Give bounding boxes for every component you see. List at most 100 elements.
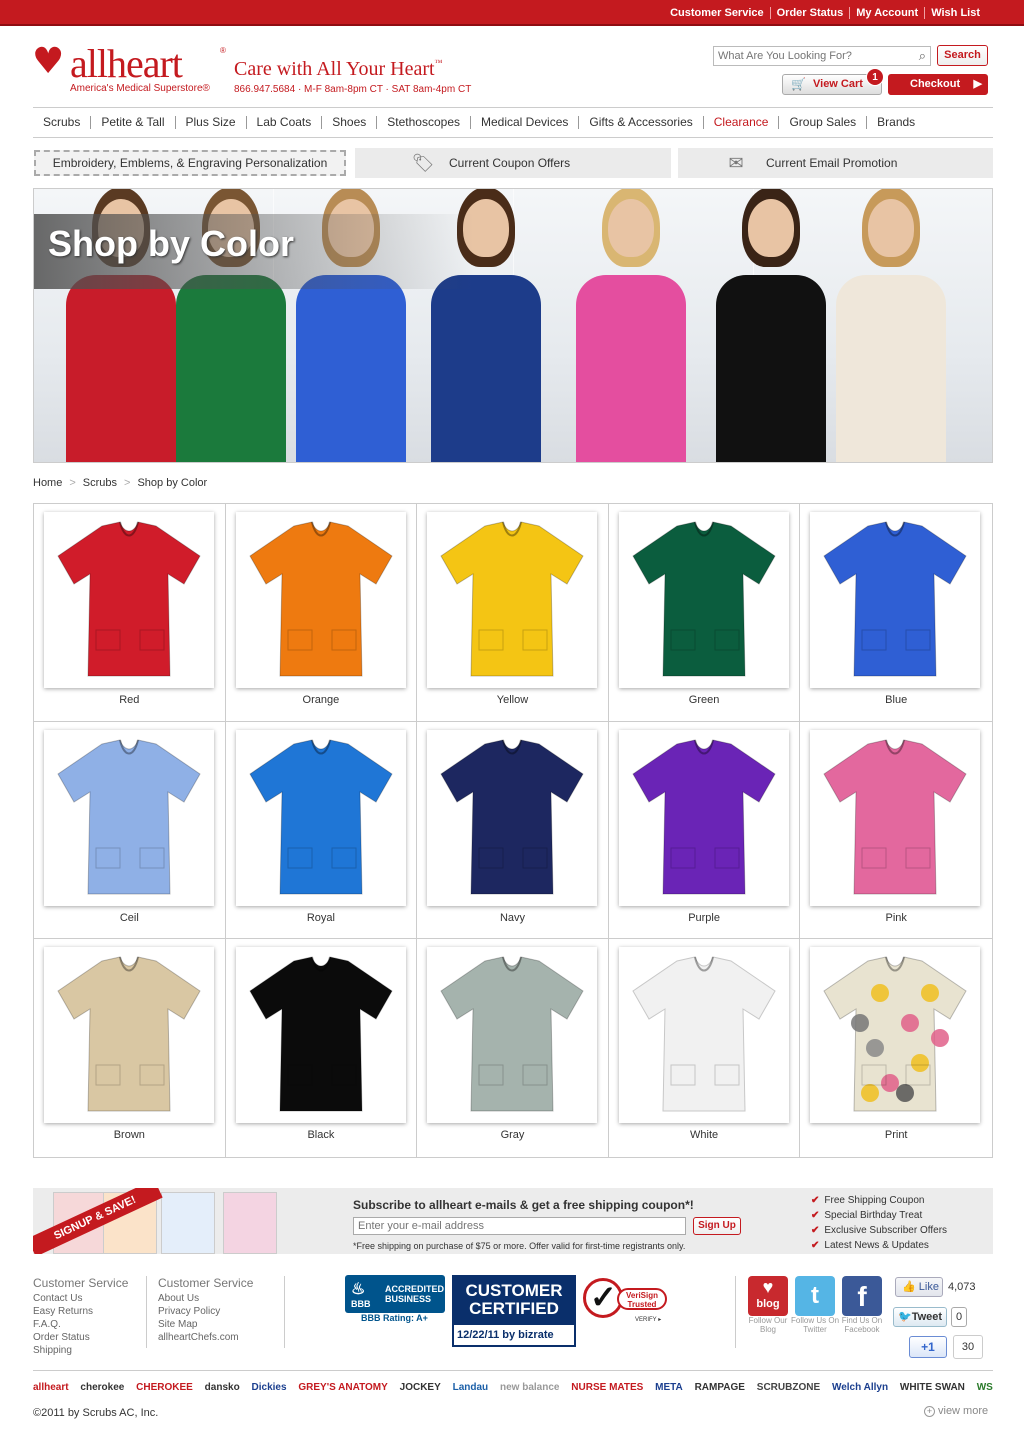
nav-clearance[interactable]: Clearance [702,116,779,129]
brand-logo[interactable]: GREY'S ANATOMY [298,1382,387,1393]
link-wish-list[interactable]: Wish List [924,7,986,19]
link-customer-service[interactable]: Customer Service [664,7,770,19]
nav-petite-tall[interactable]: Petite & Tall [90,116,174,129]
brand-logo[interactable]: CHEROKEE [136,1382,193,1393]
swatch-label[interactable]: Blue [800,694,992,706]
brand-logo[interactable]: Welch Allyn [832,1382,888,1393]
brand-logo[interactable]: dansko [205,1382,240,1393]
footer-link-privacy-policy[interactable]: Privacy Policy [158,1305,253,1318]
swatch-label[interactable]: Yellow [417,694,608,706]
search-icon[interactable]: ⌕ [919,48,926,64]
view-more-link[interactable]: + view more [924,1405,988,1417]
brand-logo[interactable]: RAMPAGE [695,1382,745,1393]
bbb-badge[interactable]: ♨ BBB ACCREDITED BUSINESS BBB Rating: A+ [345,1275,445,1325]
breadcrumb-scrubs[interactable]: Scrubs [83,477,117,489]
embroidery-promo[interactable]: Embroidery, Emblems, & Engraving Persona… [34,150,346,176]
brand-logo[interactable]: WHITE SWAN [900,1382,965,1393]
swatch-label[interactable]: Pink [800,912,992,924]
link-order-status[interactable]: Order Status [769,7,850,19]
brand-logo[interactable]: JOCKEY [400,1382,441,1393]
footer-link-about-us[interactable]: About Us [158,1292,253,1305]
color-swatch-ceil[interactable]: Ceil [34,721,226,940]
color-swatch-orange[interactable]: Orange [225,504,418,722]
brand-logo[interactable]: cherokee [80,1382,124,1393]
color-swatch-purple[interactable]: Purple [608,721,801,940]
nav-medical-devices[interactable]: Medical Devices [470,116,578,129]
footer-link-shipping[interactable]: Shipping [33,1344,128,1357]
facebook-icon[interactable]: f [842,1276,882,1316]
footer-link-site-map[interactable]: Site Map [158,1318,253,1331]
hero-banner[interactable]: Shop by Color [33,188,993,463]
brand-logo[interactable]: allheart [33,1382,69,1393]
scrub-shape [248,739,393,895]
brand-logo[interactable]: NURSE MATES [571,1382,643,1393]
email-promo[interactable]: ✉ Current Email Promotion [678,148,993,178]
nav-scrubs[interactable]: Scrubs [33,116,90,129]
facebook-like-button[interactable]: 👍 Like [895,1277,943,1297]
swatch-label[interactable]: Black [226,1129,417,1141]
swatch-label[interactable]: Orange [226,694,417,706]
swatch-label[interactable]: Gray [417,1129,608,1141]
nav-plus-size[interactable]: Plus Size [174,116,246,129]
color-swatch-pink[interactable]: Pink [800,722,992,940]
color-swatch-green[interactable]: Green [608,504,801,722]
coupon-promo[interactable]: 🏷 Current Coupon Offers [355,148,671,178]
brand-logo[interactable]: WS [977,1382,993,1393]
hero-model [824,189,954,462]
footer-link-easy-returns[interactable]: Easy Returns [33,1305,128,1318]
plus-one-button[interactable]: +1 [909,1336,947,1358]
nav-group-sales[interactable]: Group Sales [778,116,866,129]
tweet-button[interactable]: 🐦Tweet [893,1307,947,1327]
link-my-account[interactable]: My Account [849,7,924,19]
color-swatch-white[interactable]: White [609,939,801,1157]
color-swatch-royal[interactable]: Royal [225,721,418,940]
brand-logo[interactable]: META [655,1382,683,1393]
breadcrumb-home[interactable]: Home [33,477,62,489]
blog-icon[interactable]: ♥ blog [748,1276,788,1316]
search-input[interactable] [714,47,904,65]
facebook-caption[interactable]: Find Us On Facebook [838,1316,886,1334]
nav-stethoscopes[interactable]: Stethoscopes [376,116,470,129]
email-input[interactable] [353,1217,686,1235]
search-button[interactable]: Search [937,45,988,66]
swatch-label[interactable]: White [609,1129,800,1141]
twitter-caption[interactable]: Follow Us On Twitter [791,1316,839,1334]
brand-logo[interactable]: Dickies [252,1382,287,1393]
newsletter-fine-print: *Free shipping on purchase of $75 or mor… [353,1241,686,1251]
swatch-label[interactable]: Brown [34,1129,225,1141]
color-swatch-brown[interactable]: Brown [34,939,226,1157]
nav-shoes[interactable]: Shoes [321,116,376,129]
swatch-label[interactable]: Ceil [34,912,225,924]
footer-link-order-status[interactable]: Order Status [33,1331,128,1344]
verisign-badge[interactable]: ✓ VeriSign Trusted VERIFY ▸ [583,1278,669,1324]
brand-logo[interactable]: SCRUBZONE [757,1382,820,1393]
blog-caption[interactable]: Follow Our Blog [744,1316,792,1334]
checkout-button[interactable]: Checkout ▶ [888,74,988,95]
color-swatch-print[interactable]: Print [800,939,992,1157]
color-swatch-gray[interactable]: Gray [417,939,609,1157]
nav-lab-coats[interactable]: Lab Coats [245,116,322,129]
swatch-label[interactable]: Purple [609,912,800,924]
swatch-label[interactable]: Green [609,694,800,706]
footer-link-allheartchefs[interactable]: allheartChefs.com [158,1331,253,1344]
swatch-frame [810,947,981,1124]
color-swatch-yellow[interactable]: Yellow [417,504,609,722]
swatch-label[interactable]: Royal [226,912,417,924]
color-swatch-black[interactable]: Black [226,939,418,1157]
bizrate-customer-certified-badge[interactable]: CUSTOMER CERTIFIED 12/22/11 by bizrate [452,1275,576,1347]
signup-button[interactable]: Sign Up [693,1217,741,1235]
brand-logo[interactable]: Landau [453,1382,489,1393]
swatch-label[interactable]: Red [34,694,225,706]
color-swatch-red[interactable]: Red [34,504,226,722]
nav-gifts-accessories[interactable]: Gifts & Accessories [578,116,702,129]
color-swatch-blue[interactable]: Blue [800,504,992,722]
brand-logo[interactable]: new balance [500,1382,559,1393]
color-swatch-navy[interactable]: Navy [417,721,609,940]
twitter-icon[interactable]: t [795,1276,835,1316]
swatch-label[interactable]: Navy [417,912,608,924]
nav-brands[interactable]: Brands [866,116,925,129]
footer-link-contact-us[interactable]: Contact Us [33,1292,128,1305]
top-links: Customer Service Order Status My Account… [664,7,986,19]
swatch-label[interactable]: Print [800,1129,992,1141]
footer-link-faq[interactable]: F.A.Q. [33,1318,128,1331]
